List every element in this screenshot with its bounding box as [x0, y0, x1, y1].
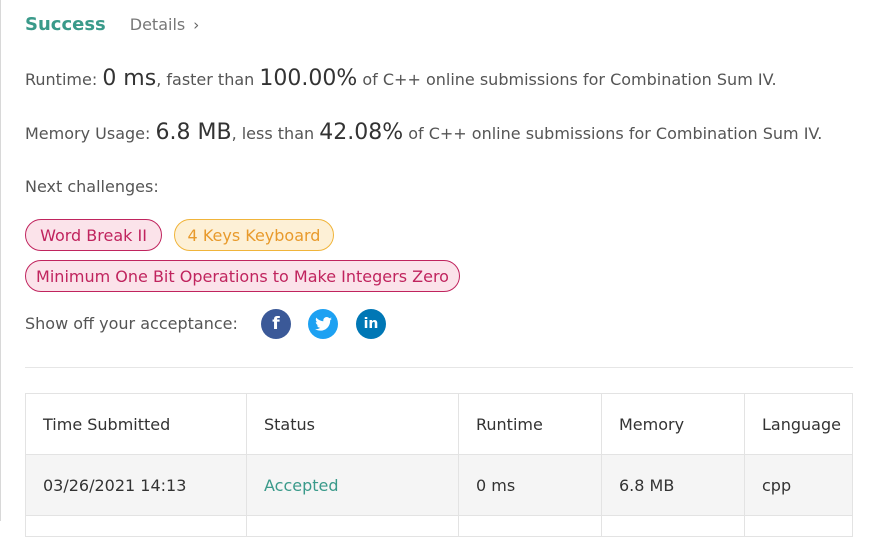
left-border — [0, 0, 1, 521]
column-header-memory: Memory — [601, 394, 744, 454]
memory-suffix: of C++ online submissions for Combinatio… — [408, 124, 823, 143]
next-challenges-label: Next challenges: — [25, 177, 159, 196]
challenge-tag-word-break-ii[interactable]: Word Break II — [25, 219, 162, 251]
runtime-value: 0 ms — [102, 66, 157, 91]
column-header-runtime: Runtime — [458, 394, 601, 454]
column-header-language: Language — [744, 394, 852, 454]
cell-memory: 6.8 MB — [601, 455, 744, 515]
twitter-icon[interactable] — [308, 309, 338, 339]
cell-empty — [246, 516, 458, 536]
facebook-icon[interactable]: f — [261, 309, 291, 339]
memory-less-text: , less than — [231, 124, 315, 143]
cell-empty — [26, 516, 246, 536]
cell-empty — [601, 516, 744, 536]
memory-stat: Memory Usage: 6.8 MB, less than 42.08% o… — [25, 120, 822, 145]
memory-label: Memory Usage: — [25, 124, 151, 143]
status-accepted-link[interactable]: Accepted — [264, 476, 339, 495]
table-row: 03/26/2021 14:13 Accepted 0 ms 6.8 MB cp… — [26, 454, 852, 515]
details-label: Details — [129, 15, 186, 34]
column-header-status: Status — [246, 394, 458, 454]
runtime-label: Runtime: — [25, 70, 98, 89]
memory-percent: 42.08% — [319, 120, 404, 145]
details-link[interactable]: Details › — [130, 15, 199, 34]
runtime-faster-text: , faster than — [156, 70, 255, 89]
runtime-percent: 100.00% — [259, 66, 358, 91]
cell-status: Accepted — [246, 455, 458, 515]
runtime-suffix: of C++ online submissions for Combinatio… — [362, 70, 777, 89]
share-label: Show off your acceptance: — [25, 314, 238, 333]
cell-language: cpp — [744, 455, 852, 515]
cell-empty — [458, 516, 601, 536]
facebook-glyph: f — [272, 314, 280, 334]
submissions-table: Time Submitted Status Runtime Memory Lan… — [25, 393, 853, 537]
cell-runtime: 0 ms — [458, 455, 601, 515]
linkedin-glyph: in — [363, 316, 379, 332]
memory-value: 6.8 MB — [155, 120, 232, 145]
section-divider — [25, 367, 853, 368]
cell-time-submitted: 03/26/2021 14:13 — [43, 475, 187, 495]
twitter-bird-glyph — [314, 317, 332, 331]
challenge-tag-4-keys-keyboard[interactable]: 4 Keys Keyboard — [174, 219, 334, 251]
status-success: Success — [25, 14, 106, 35]
runtime-stat: Runtime: 0 ms, faster than 100.00% of C+… — [25, 66, 777, 91]
result-header: Success Details › — [25, 14, 199, 35]
chevron-right-icon: › — [193, 15, 200, 34]
challenge-tag-minimum-one-bit-operations[interactable]: Minimum One Bit Operations to Make Integ… — [25, 260, 460, 292]
table-header-row: Time Submitted Status Runtime Memory Lan… — [26, 394, 852, 454]
linkedin-icon[interactable]: in — [356, 309, 386, 339]
cell-empty — [744, 516, 852, 536]
table-row-partial — [26, 515, 852, 536]
column-header-time-submitted: Time Submitted — [43, 414, 171, 434]
